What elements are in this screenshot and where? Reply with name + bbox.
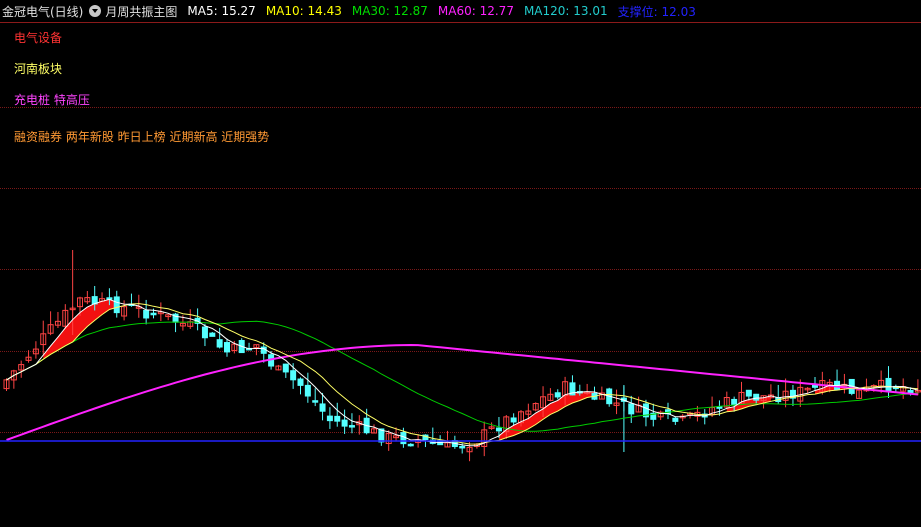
candle-body [312, 400, 319, 403]
candle-body [459, 445, 466, 449]
candle-body [716, 406, 723, 409]
candle-body [407, 443, 414, 447]
candle-body [209, 332, 216, 337]
candle-body [201, 326, 208, 339]
candle-body [510, 417, 517, 423]
ma5-line [6, 298, 919, 447]
candle-body [334, 415, 341, 422]
candle-body [753, 393, 760, 401]
candle-body [348, 425, 355, 428]
candle-body [290, 370, 297, 381]
candle-body [282, 363, 289, 373]
candle-body [495, 427, 502, 432]
candle-body [143, 309, 150, 319]
candle-body [672, 417, 679, 422]
candle-body [304, 384, 311, 397]
ma30-line [6, 320, 918, 432]
candle-body [628, 403, 635, 415]
candle-body [216, 339, 223, 348]
ma10-line [6, 303, 918, 445]
candle-body [150, 312, 157, 316]
candlestick-chart[interactable] [0, 0, 921, 527]
candle-body [341, 419, 348, 427]
candle-body [326, 415, 333, 422]
candle-body [224, 342, 230, 353]
candle-body [113, 296, 120, 314]
candle-body [400, 432, 407, 445]
ma60-line [6, 343, 918, 441]
candle-body [554, 392, 561, 398]
candle-body [731, 398, 738, 405]
candle-body [885, 377, 892, 392]
candle-body [745, 389, 752, 397]
candle-body [297, 378, 304, 386]
candle-body [319, 403, 326, 412]
